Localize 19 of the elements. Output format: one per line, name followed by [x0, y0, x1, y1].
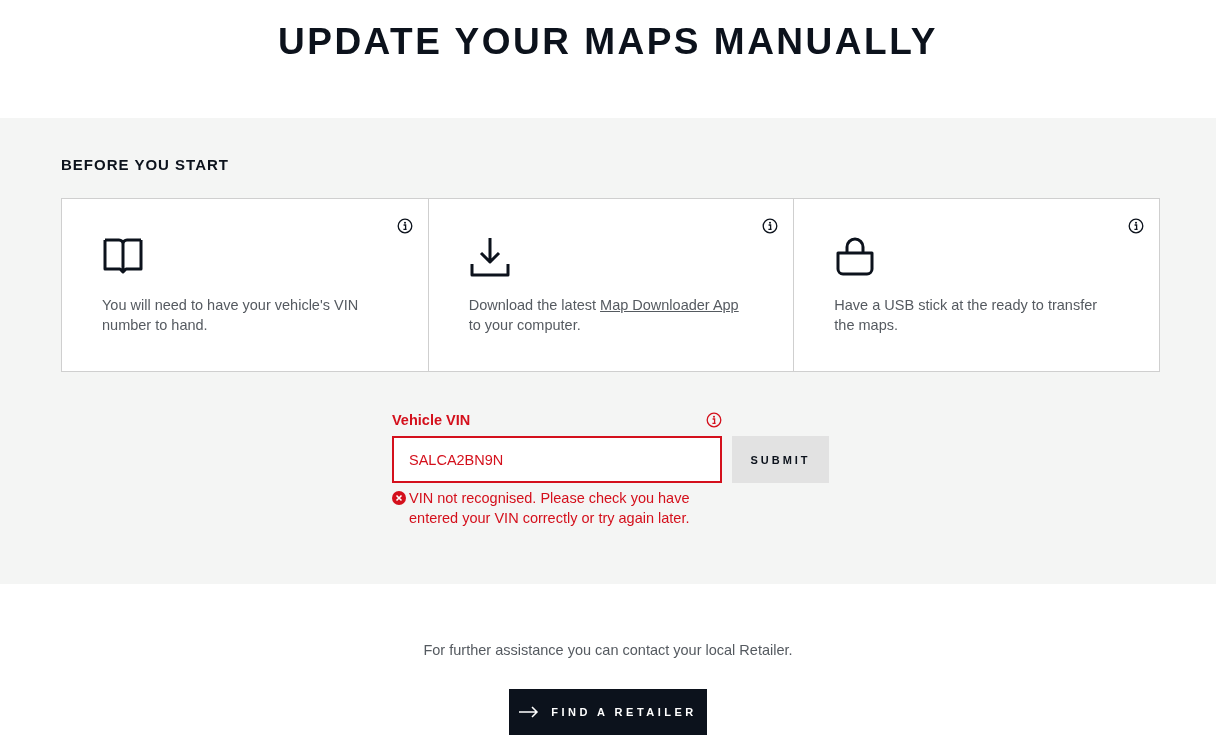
card-text: Download the latest Map Downloader App to your computer. [468, 296, 740, 335]
field-label: Vehicle VIN [392, 412, 471, 428]
bag-icon [834, 236, 877, 278]
downloader-link[interactable]: Map Downloader App [600, 297, 739, 313]
card-text: Have a USB stick at the ready to transfer the maps. [834, 296, 1099, 335]
download-icon [468, 236, 511, 278]
find-retailer-button[interactable]: FIND A RETAILER [509, 689, 707, 735]
arrow-icon [519, 706, 540, 718]
info-icon[interactable] [762, 218, 779, 234]
info-icon[interactable] [1128, 218, 1144, 234]
card-text: You will need to have your vehicle's VIN number to hand. [102, 296, 360, 335]
info-icon[interactable] [396, 218, 413, 234]
page-heading: UPDATE YOUR MAPS MANUALLY [278, 20, 938, 64]
submit-button[interactable]: SUBMIT [732, 436, 829, 483]
error-message: VIN not recognised. Please check you have entered your VIN correctly or try again later. [409, 489, 691, 528]
error-icon [392, 491, 406, 505]
section-title: BEFORE YOU START [61, 156, 230, 174]
assistance-text: For further assistance you can contact your local Retailer. [423, 641, 793, 659]
vin-field[interactable]: SALCA2BN9N [392, 436, 722, 483]
